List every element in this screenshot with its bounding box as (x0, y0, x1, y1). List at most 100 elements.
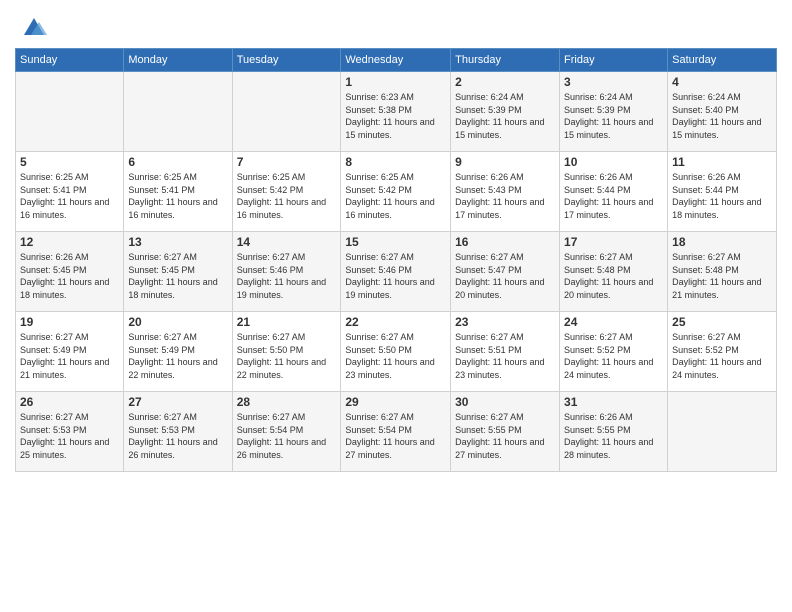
day-number: 18 (672, 235, 772, 249)
day-info: Sunrise: 6:26 AMSunset: 5:44 PMDaylight:… (672, 171, 772, 221)
day-number: 12 (20, 235, 119, 249)
day-number: 9 (455, 155, 555, 169)
day-number: 22 (345, 315, 446, 329)
day-info: Sunrise: 6:24 AMSunset: 5:39 PMDaylight:… (564, 91, 663, 141)
day-info: Sunrise: 6:24 AMSunset: 5:39 PMDaylight:… (455, 91, 555, 141)
weekday-header-row: SundayMondayTuesdayWednesdayThursdayFrid… (16, 49, 777, 72)
calendar-cell: 10 Sunrise: 6:26 AMSunset: 5:44 PMDayligh… (560, 152, 668, 232)
calendar-cell (16, 72, 124, 152)
page-header (15, 10, 777, 40)
day-info: Sunrise: 6:26 AMSunset: 5:55 PMDaylight:… (564, 411, 663, 461)
day-number: 4 (672, 75, 772, 89)
calendar-cell: 2 Sunrise: 6:24 AMSunset: 5:39 PMDaylight… (451, 72, 560, 152)
day-info: Sunrise: 6:27 AMSunset: 5:50 PMDaylight:… (345, 331, 446, 381)
day-info: Sunrise: 6:25 AMSunset: 5:41 PMDaylight:… (20, 171, 119, 221)
weekday-header-saturday: Saturday (668, 49, 777, 72)
day-info: Sunrise: 6:25 AMSunset: 5:42 PMDaylight:… (345, 171, 446, 221)
day-number: 13 (128, 235, 227, 249)
day-number: 1 (345, 75, 446, 89)
day-number: 7 (237, 155, 337, 169)
calendar-cell: 13 Sunrise: 6:27 AMSunset: 5:45 PMDayligh… (124, 232, 232, 312)
calendar-week-row: 1 Sunrise: 6:23 AMSunset: 5:38 PMDaylight… (16, 72, 777, 152)
calendar-cell: 31 Sunrise: 6:26 AMSunset: 5:55 PMDayligh… (560, 392, 668, 472)
day-number: 21 (237, 315, 337, 329)
calendar-cell: 16 Sunrise: 6:27 AMSunset: 5:47 PMDayligh… (451, 232, 560, 312)
calendar-cell: 4 Sunrise: 6:24 AMSunset: 5:40 PMDaylight… (668, 72, 777, 152)
day-info: Sunrise: 6:26 AMSunset: 5:45 PMDaylight:… (20, 251, 119, 301)
day-number: 28 (237, 395, 337, 409)
day-number: 23 (455, 315, 555, 329)
day-number: 29 (345, 395, 446, 409)
day-info: Sunrise: 6:27 AMSunset: 5:49 PMDaylight:… (20, 331, 119, 381)
calendar-cell: 8 Sunrise: 6:25 AMSunset: 5:42 PMDaylight… (341, 152, 451, 232)
day-info: Sunrise: 6:27 AMSunset: 5:46 PMDaylight:… (237, 251, 337, 301)
calendar-cell (232, 72, 341, 152)
weekday-header-monday: Monday (124, 49, 232, 72)
calendar-cell: 21Sunrise: 6:27 AMSunset: 5:50 PMDayligh… (232, 312, 341, 392)
calendar-cell: 20Sunrise: 6:27 AMSunset: 5:49 PMDayligh… (124, 312, 232, 392)
day-info: Sunrise: 6:27 AMSunset: 5:47 PMDaylight:… (455, 251, 555, 301)
calendar-cell: 1 Sunrise: 6:23 AMSunset: 5:38 PMDaylight… (341, 72, 451, 152)
calendar-cell: 30Sunrise: 6:27 AMSunset: 5:55 PMDayligh… (451, 392, 560, 472)
day-info: Sunrise: 6:26 AMSunset: 5:43 PMDaylight:… (455, 171, 555, 221)
calendar-cell: 29 Sunrise: 6:27 AMSunset: 5:54 PMDayligh… (341, 392, 451, 472)
day-info: Sunrise: 6:26 AMSunset: 5:44 PMDaylight:… (564, 171, 663, 221)
calendar-cell (668, 392, 777, 472)
day-number: 15 (345, 235, 446, 249)
day-info: Sunrise: 6:27 AMSunset: 5:54 PMDaylight:… (237, 411, 337, 461)
calendar-cell: 25 Sunrise: 6:27 AMSunset: 5:52 PMDayligh… (668, 312, 777, 392)
calendar-week-row: 5 Sunrise: 6:25 AMSunset: 5:41 PMDaylight… (16, 152, 777, 232)
day-number: 27 (128, 395, 227, 409)
day-number: 2 (455, 75, 555, 89)
calendar-cell: 22 Sunrise: 6:27 AMSunset: 5:50 PMDayligh… (341, 312, 451, 392)
day-info: Sunrise: 6:27 AMSunset: 5:52 PMDaylight:… (564, 331, 663, 381)
day-number: 25 (672, 315, 772, 329)
day-info: Sunrise: 6:23 AMSunset: 5:38 PMDaylight:… (345, 91, 446, 141)
calendar-week-row: 19 Sunrise: 6:27 AMSunset: 5:49 PMDayligh… (16, 312, 777, 392)
calendar-cell: 15 Sunrise: 6:27 AMSunset: 5:46 PMDayligh… (341, 232, 451, 312)
calendar-cell: 9 Sunrise: 6:26 AMSunset: 5:43 PMDaylight… (451, 152, 560, 232)
weekday-header-wednesday: Wednesday (341, 49, 451, 72)
calendar-cell: 14 Sunrise: 6:27 AMSunset: 5:46 PMDayligh… (232, 232, 341, 312)
calendar-week-row: 12 Sunrise: 6:26 AMSunset: 5:45 PMDayligh… (16, 232, 777, 312)
day-number: 16 (455, 235, 555, 249)
day-number: 8 (345, 155, 446, 169)
day-info: Sunrise: 6:27 AMSunset: 5:52 PMDaylight:… (672, 331, 772, 381)
day-number: 5 (20, 155, 119, 169)
calendar-cell: 11Sunrise: 6:26 AMSunset: 5:44 PMDayligh… (668, 152, 777, 232)
day-number: 24 (564, 315, 663, 329)
day-info: Sunrise: 6:27 AMSunset: 5:54 PMDaylight:… (345, 411, 446, 461)
day-number: 19 (20, 315, 119, 329)
calendar-cell: 6 Sunrise: 6:25 AMSunset: 5:41 PMDaylight… (124, 152, 232, 232)
calendar-cell: 12 Sunrise: 6:26 AMSunset: 5:45 PMDayligh… (16, 232, 124, 312)
calendar-cell: 28 Sunrise: 6:27 AMSunset: 5:54 PMDayligh… (232, 392, 341, 472)
calendar-cell: 17Sunrise: 6:27 AMSunset: 5:48 PMDayligh… (560, 232, 668, 312)
day-number: 26 (20, 395, 119, 409)
day-info: Sunrise: 6:27 AMSunset: 5:53 PMDaylight:… (20, 411, 119, 461)
day-number: 31 (564, 395, 663, 409)
day-number: 14 (237, 235, 337, 249)
calendar-week-row: 26 Sunrise: 6:27 AMSunset: 5:53 PMDayligh… (16, 392, 777, 472)
weekday-header-friday: Friday (560, 49, 668, 72)
day-info: Sunrise: 6:27 AMSunset: 5:48 PMDaylight:… (672, 251, 772, 301)
day-info: Sunrise: 6:27 AMSunset: 5:45 PMDaylight:… (128, 251, 227, 301)
weekday-header-thursday: Thursday (451, 49, 560, 72)
calendar-cell: 18 Sunrise: 6:27 AMSunset: 5:48 PMDayligh… (668, 232, 777, 312)
calendar-cell: 24 Sunrise: 6:27 AMSunset: 5:52 PMDayligh… (560, 312, 668, 392)
day-number: 6 (128, 155, 227, 169)
calendar-cell: 27Sunrise: 6:27 AMSunset: 5:53 PMDayligh… (124, 392, 232, 472)
calendar-cell (124, 72, 232, 152)
calendar-cell: 3Sunrise: 6:24 AMSunset: 5:39 PMDaylight… (560, 72, 668, 152)
day-info: Sunrise: 6:27 AMSunset: 5:51 PMDaylight:… (455, 331, 555, 381)
day-info: Sunrise: 6:27 AMSunset: 5:46 PMDaylight:… (345, 251, 446, 301)
calendar-table: SundayMondayTuesdayWednesdayThursdayFrid… (15, 48, 777, 472)
calendar-cell: 23 Sunrise: 6:27 AMSunset: 5:51 PMDayligh… (451, 312, 560, 392)
day-number: 20 (128, 315, 227, 329)
weekday-header-sunday: Sunday (16, 49, 124, 72)
day-info: Sunrise: 6:24 AMSunset: 5:40 PMDaylight:… (672, 91, 772, 141)
day-number: 10 (564, 155, 663, 169)
day-info: Sunrise: 6:25 AMSunset: 5:41 PMDaylight:… (128, 171, 227, 221)
calendar-cell: 5 Sunrise: 6:25 AMSunset: 5:41 PMDaylight… (16, 152, 124, 232)
day-info: Sunrise: 6:27 AMSunset: 5:48 PMDaylight:… (564, 251, 663, 301)
weekday-header-tuesday: Tuesday (232, 49, 341, 72)
